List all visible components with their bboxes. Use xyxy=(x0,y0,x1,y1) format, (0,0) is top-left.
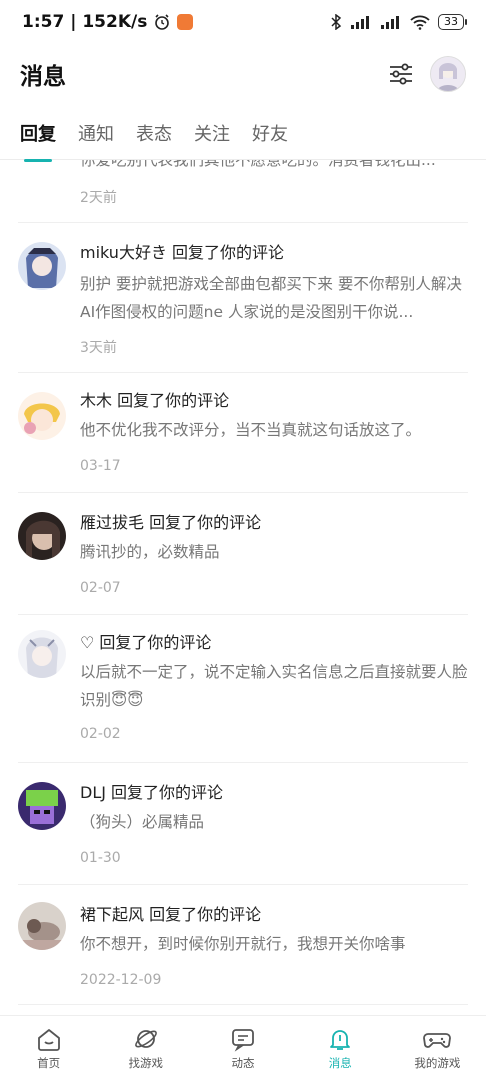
signal-icon xyxy=(351,16,369,29)
bluetooth-icon xyxy=(331,14,342,30)
message-date: 2022-12-09 xyxy=(80,972,162,988)
message-text: 你爱吃别代表我们其他不愿意吃的。消费者钱花出... xyxy=(80,160,436,169)
avatar[interactable] xyxy=(18,902,66,950)
list-item[interactable]: DLJ 回复了你的评论 （狗头）必属精品 01-30 xyxy=(18,762,468,885)
nav-feed-label: 动态 xyxy=(231,1056,255,1070)
message-date: 01-30 xyxy=(80,850,121,866)
list-item[interactable]: 木木 回复了你的评论 他不优化我不改评分，当不当真就这句话放这了。 03-17 xyxy=(18,372,468,493)
reply-author-line: miku大好き 回复了你的评论 xyxy=(80,243,285,262)
nav-messages[interactable]: 消息 xyxy=(292,1016,389,1081)
chat-icon xyxy=(232,1029,254,1052)
message-text: 他不优化我不改评分，当不当真就这句话放这了。 xyxy=(80,421,422,439)
app-notification-icon xyxy=(177,14,194,30)
message-list[interactable]: 你爱吃别代表我们其他不愿意吃的。消费者钱花出... 2天前 miku大好き 回复… xyxy=(0,160,486,1015)
message-date: 2天前 xyxy=(80,190,117,206)
bell-icon xyxy=(330,1030,351,1050)
list-item[interactable]: 你爱吃别代表我们其他不愿意吃的。消费者钱花出... 2天前 xyxy=(18,160,468,223)
reply-author-line: 雁过拔毛 回复了你的评论 xyxy=(80,513,262,532)
message-text: 别护 要护就把游戏全部曲包都买下来 要不你帮别人解决AI作图侵权的问题ne 人家… xyxy=(80,275,462,321)
message-text: （狗头）必属精品 xyxy=(80,813,205,831)
home-icon xyxy=(37,1029,60,1051)
nav-home[interactable]: 首页 xyxy=(0,1016,97,1081)
reply-author-line: 木木 回复了你的评论 xyxy=(80,391,230,410)
list-item[interactable]: miku大好き 回复了你的评论 别护 要护就把游戏全部曲包都买下来 要不你帮别人… xyxy=(18,222,468,373)
message-date: 3天前 xyxy=(80,340,117,356)
tab-notifications[interactable]: 通知 xyxy=(78,108,114,160)
wifi-icon xyxy=(410,15,430,30)
header: 消息 xyxy=(0,44,486,104)
tab-friends[interactable]: 好友 xyxy=(252,108,288,160)
filter-settings-button[interactable] xyxy=(386,59,416,89)
list-item[interactable]: 裙下起风 回复了你的评论 你不想开，到时候你别开就行，我想开关你啥事 2022-… xyxy=(18,884,468,1005)
reply-author-line: DLJ 回复了你的评论 xyxy=(80,783,224,802)
nav-find-games-label: 找游戏 xyxy=(128,1056,164,1070)
message-text: 你不想开，到时候你别开就行，我想开关你啥事 xyxy=(80,935,406,953)
message-text: 腾讯抄的，必数精品 xyxy=(80,543,220,561)
signal-icon-2 xyxy=(381,16,399,29)
message-date: 02-02 xyxy=(80,726,121,742)
bottom-nav: 首页 找游戏 动态 消息 我的游戏 xyxy=(0,1015,486,1081)
avatar[interactable] xyxy=(18,782,66,830)
message-date: 03-17 xyxy=(80,458,121,474)
message-text: 以后就不一定了，说不定输入实名信息之后直接就要人脸识别😇😇 xyxy=(80,663,468,709)
reply-author-line: ♡ 回复了你的评论 xyxy=(80,633,212,652)
list-item[interactable]: ♡ 回复了你的评论 以后就不一定了，说不定输入实名信息之后直接就要人脸识别😇😇 … xyxy=(18,614,468,763)
nav-home-label: 首页 xyxy=(37,1056,61,1070)
nav-my-games-label: 我的游戏 xyxy=(414,1056,461,1070)
message-date: 02-07 xyxy=(80,580,121,596)
list-item[interactable]: 雁过拔毛 回复了你的评论 腾讯抄的，必数精品 02-07 xyxy=(18,492,468,615)
nav-messages-label: 消息 xyxy=(328,1056,352,1070)
alarm-icon xyxy=(155,14,170,30)
page-title: 消息 xyxy=(20,64,66,90)
tab-bar: 回复 通知 表态 关注 好友 xyxy=(0,108,486,162)
nav-find-games[interactable]: 找游戏 xyxy=(97,1016,194,1081)
tab-following[interactable]: 关注 xyxy=(194,108,230,160)
nav-feed[interactable]: 动态 xyxy=(194,1016,291,1081)
sliders-icon xyxy=(390,63,412,85)
status-bar: 1:57 | 152K/s 33 xyxy=(0,0,486,44)
avatar[interactable] xyxy=(18,242,66,290)
tab-reactions[interactable]: 表态 xyxy=(136,108,172,160)
avatar[interactable] xyxy=(18,512,66,560)
gamepad-icon xyxy=(423,1033,452,1048)
tab-replies[interactable]: 回复 xyxy=(20,108,56,162)
battery-indicator: 33 xyxy=(438,14,467,30)
avatar[interactable] xyxy=(18,630,66,678)
user-avatar[interactable] xyxy=(430,56,466,92)
status-time-speed: 1:57 | 152K/s xyxy=(22,12,148,32)
planet-icon xyxy=(134,1030,157,1048)
reply-author-line: 裙下起风 回复了你的评论 xyxy=(80,905,262,924)
avatar[interactable] xyxy=(18,392,66,440)
nav-my-games[interactable]: 我的游戏 xyxy=(389,1016,486,1081)
